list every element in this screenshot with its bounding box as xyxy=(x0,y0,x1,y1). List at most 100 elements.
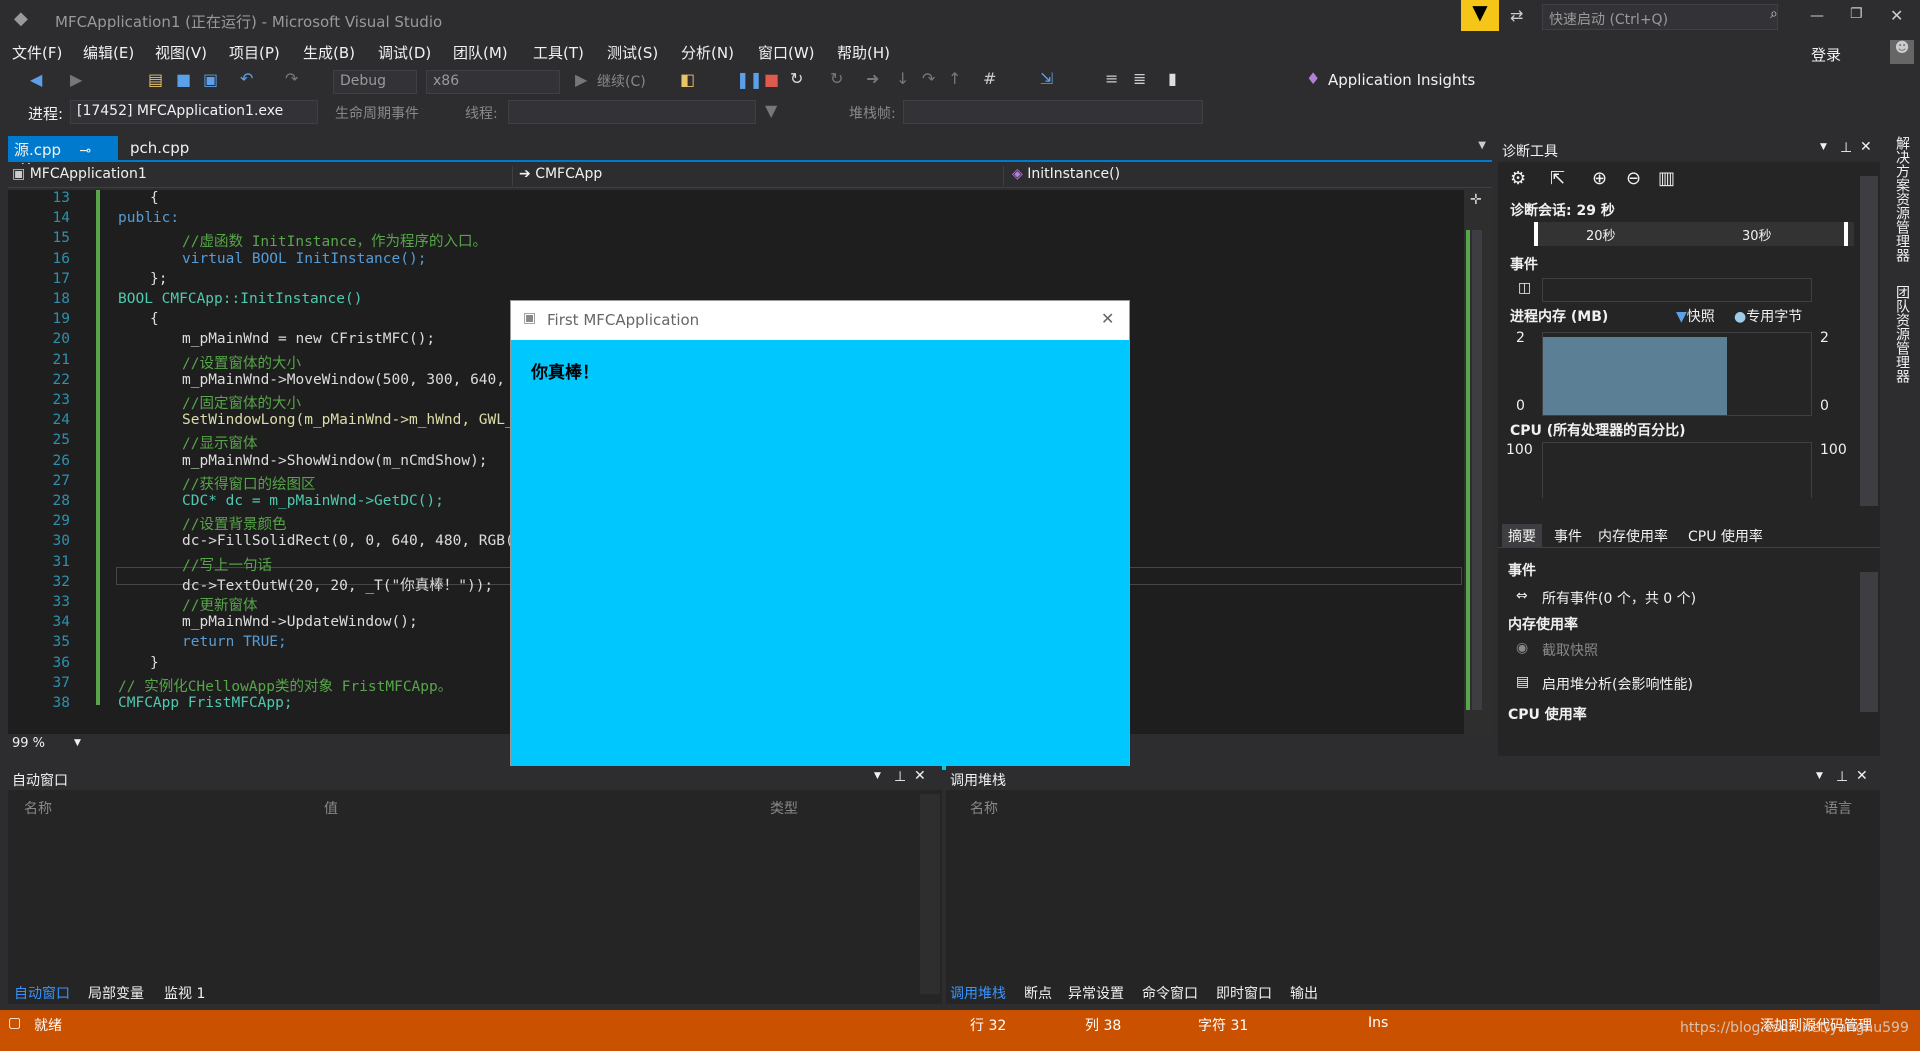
notification-flag-icon[interactable]: ▼ xyxy=(1461,0,1499,31)
callstack-dropdown-icon[interactable]: ▼ xyxy=(1816,771,1823,781)
restart-icon[interactable]: ↻ xyxy=(790,69,803,88)
thread-icon[interactable]: ⇲ xyxy=(1040,69,1053,88)
close-button[interactable]: ✕ xyxy=(1890,6,1903,25)
diag-tab-events[interactable]: 事件 xyxy=(1554,526,1582,546)
diag-pin-icon[interactable]: ⊥ xyxy=(1840,140,1852,156)
menu-tools[interactable]: 工具(T) xyxy=(533,42,584,63)
indent-icon[interactable]: ≡ xyxy=(1105,69,1118,88)
platform-dropdown[interactable]: x86 xyxy=(426,70,560,94)
autos-pin-icon[interactable]: ⊥ xyxy=(894,769,906,785)
reset-view-icon[interactable]: ▥ xyxy=(1658,168,1675,189)
timeline-start-handle[interactable] xyxy=(1534,222,1538,246)
editor-vertical-scrollbar[interactable]: ✛ xyxy=(1464,190,1492,734)
menu-debug[interactable]: 调试(D) xyxy=(378,42,431,63)
redo-icon[interactable]: ↷ xyxy=(285,69,298,88)
app-window[interactable]: ▣ First MFCApplication ✕ 你真棒！ xyxy=(510,300,1130,770)
tab-pch-cpp[interactable]: pch.cpp xyxy=(122,136,197,160)
callstack-col-language[interactable]: 语言 xyxy=(1824,798,1852,818)
export-icon[interactable]: ⇱ xyxy=(1550,168,1565,189)
diag-dropdown-icon[interactable]: ▼ xyxy=(1820,142,1827,152)
tab-breakpoints[interactable]: 断点 xyxy=(1024,983,1052,1003)
thread-dropdown[interactable] xyxy=(508,100,756,124)
code-line[interactable]: 15 //虚函数 InitInstance，作为程序的入口。 xyxy=(8,230,1448,250)
menu-analyze[interactable]: 分析(N) xyxy=(681,42,734,63)
autos-close-icon[interactable]: ✕ xyxy=(914,768,926,784)
zoom-dropdown[interactable]: 99 % xyxy=(12,736,45,751)
tab-locals[interactable]: 局部变量 xyxy=(88,983,144,1003)
menu-file[interactable]: 文件(F) xyxy=(12,42,62,63)
tab-immediate-window[interactable]: 即时窗口 xyxy=(1216,983,1272,1003)
callstack-col-name[interactable]: 名称 xyxy=(970,798,998,818)
enable-heap-profiling-button[interactable]: 启用堆分析(会影响性能) xyxy=(1542,674,1693,694)
pin-icon[interactable]: ⊸ xyxy=(80,143,92,159)
forward-icon[interactable]: ▶ xyxy=(70,70,82,89)
side-tab-solution-explorer[interactable]: 解决方案资源管理器 xyxy=(1884,136,1912,262)
app-titlebar[interactable]: ▣ First MFCApplication ✕ xyxy=(511,301,1129,339)
callstack-close-icon[interactable]: ✕ xyxy=(1856,768,1868,784)
menu-edit[interactable]: 编辑(E) xyxy=(83,42,134,63)
process-dropdown[interactable]: [17452] MFCApplication1.exe xyxy=(70,100,318,124)
hex-icon[interactable]: # xyxy=(983,69,996,88)
callstack-pin-icon[interactable]: ⊥ xyxy=(1836,769,1848,785)
class-dropdown[interactable]: ➔ CMFCApp xyxy=(512,166,1002,186)
summary-scrollbar[interactable] xyxy=(1860,572,1878,712)
tab-callstack[interactable]: 调用堆栈 xyxy=(950,983,1006,1003)
stop-icon[interactable]: ■ xyxy=(764,70,779,89)
app-close-button[interactable]: ✕ xyxy=(1101,309,1114,328)
refresh-icon[interactable]: ↻ xyxy=(830,69,843,88)
tab-source-cpp[interactable]: 源.cpp ⊸ ✕ xyxy=(8,136,118,176)
show-next-statement-icon[interactable]: ➜ xyxy=(866,69,879,88)
minimize-button[interactable]: — xyxy=(1810,8,1824,24)
diag-tab-summary[interactable]: 摘要 xyxy=(1502,524,1542,548)
menu-project[interactable]: 项目(P) xyxy=(229,42,280,63)
code-line[interactable]: 13 { xyxy=(8,190,1448,210)
continue-button[interactable]: 继续(C) xyxy=(597,71,646,91)
save-icon[interactable]: ■ xyxy=(176,70,191,89)
split-icon[interactable]: ✛ xyxy=(1470,192,1482,208)
tab-overflow-icon[interactable]: ▼ xyxy=(1478,140,1486,151)
stack-frame-dropdown[interactable] xyxy=(903,100,1203,124)
code-line[interactable]: 17}; xyxy=(8,271,1448,291)
outdent-icon[interactable]: ≣ xyxy=(1133,69,1146,88)
autos-col-type[interactable]: 类型 xyxy=(770,798,798,818)
autos-scrollbar[interactable] xyxy=(920,794,940,994)
menu-help[interactable]: 帮助(H) xyxy=(837,42,890,63)
tab-output[interactable]: 输出 xyxy=(1290,983,1318,1003)
feedback-icon[interactable]: ⇄ xyxy=(1510,6,1523,25)
undo-icon[interactable]: ↶ xyxy=(240,69,253,88)
pick-process-icon[interactable]: ◧ xyxy=(680,70,695,89)
tab-command-window[interactable]: 命令窗口 xyxy=(1142,983,1198,1003)
autos-col-value[interactable]: 值 xyxy=(324,798,338,818)
settings-gear-icon[interactable]: ⚙ xyxy=(1510,168,1526,189)
autos-dropdown-icon[interactable]: ▼ xyxy=(874,771,881,781)
take-snapshot-button[interactable]: 截取快照 xyxy=(1542,640,1598,660)
config-dropdown[interactable]: Debug xyxy=(333,70,417,94)
tab-exception-settings[interactable]: 异常设置 xyxy=(1068,983,1124,1003)
all-events-link[interactable]: 所有事件(0 个，共 0 个) xyxy=(1542,588,1696,608)
lifecycle-events-button[interactable]: 生命周期事件 xyxy=(335,103,419,123)
pause-icon[interactable]: ❚❚ xyxy=(736,70,763,89)
project-dropdown[interactable]: ▣ MFCApplication1 xyxy=(12,166,504,186)
code-line[interactable]: 16 virtual BOOL InitInstance(); xyxy=(8,251,1448,271)
tab-autos[interactable]: 自动窗口 xyxy=(14,983,70,1003)
step-into-icon[interactable]: ↓ xyxy=(896,69,909,88)
side-tab-team-explorer[interactable]: 团队资源管理器 xyxy=(1884,285,1912,383)
menu-test[interactable]: 测试(S) xyxy=(607,42,658,63)
app-insights-button[interactable]: Application Insights xyxy=(1328,71,1475,89)
code-line[interactable]: 14 public: xyxy=(8,210,1448,230)
member-dropdown[interactable]: ◈ InitInstance() xyxy=(1003,166,1488,186)
diag-close-icon[interactable]: ✕ xyxy=(1860,139,1872,155)
menu-window[interactable]: 窗口(W) xyxy=(758,42,815,63)
filter-icon[interactable]: ▼ xyxy=(765,101,777,120)
save-all-icon[interactable]: ▣ xyxy=(203,70,218,89)
zoom-out-icon[interactable]: ⊖ xyxy=(1626,168,1641,189)
step-out-icon[interactable]: ↑ xyxy=(948,69,961,88)
menu-team[interactable]: 团队(M) xyxy=(453,42,508,63)
scroll-thumb[interactable] xyxy=(1472,230,1482,710)
restore-button[interactable]: ❐ xyxy=(1850,6,1863,22)
zoom-in-icon[interactable]: ⊕ xyxy=(1592,168,1607,189)
login-link[interactable]: 登录 xyxy=(1811,44,1841,65)
menu-build[interactable]: 生成(B) xyxy=(303,42,355,63)
diag-tab-cpu[interactable]: CPU 使用率 xyxy=(1688,526,1763,546)
autos-col-name[interactable]: 名称 xyxy=(24,798,52,818)
